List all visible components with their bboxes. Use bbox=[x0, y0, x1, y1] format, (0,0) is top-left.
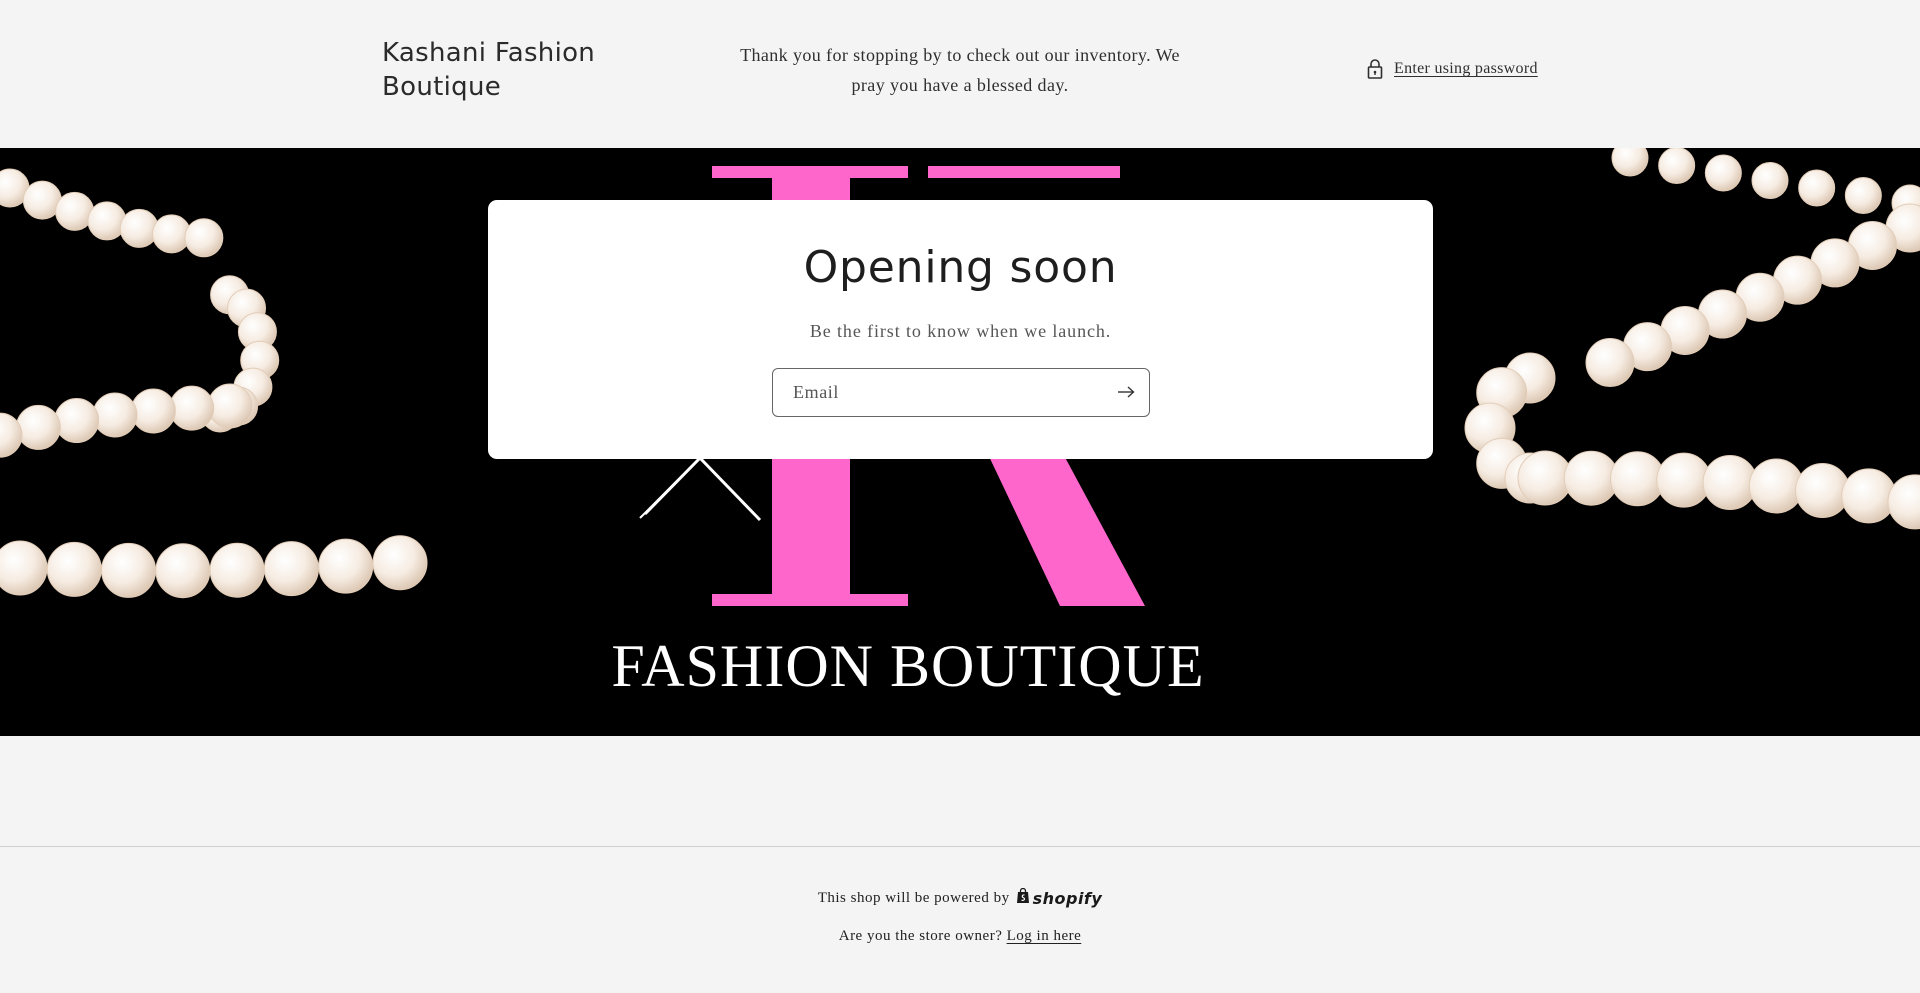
pearl bbox=[54, 398, 100, 444]
pearl bbox=[209, 542, 265, 598]
pearl bbox=[318, 538, 374, 594]
pearl bbox=[92, 392, 138, 438]
email-field[interactable] bbox=[793, 369, 1093, 416]
powered-by: This shop will be powered by shopify bbox=[0, 887, 1920, 908]
header: Kashani Fashion Boutique Thank you for s… bbox=[0, 0, 1920, 148]
pearl bbox=[1748, 458, 1804, 514]
pearl bbox=[1611, 148, 1649, 177]
pearl bbox=[169, 385, 215, 431]
pearl bbox=[263, 541, 319, 597]
pearl bbox=[130, 388, 176, 434]
pearl bbox=[1798, 169, 1836, 207]
pearl bbox=[0, 540, 48, 596]
pearl bbox=[1844, 177, 1882, 214]
pearl bbox=[1702, 455, 1758, 511]
card-subtitle: Be the first to know when we launch. bbox=[809, 321, 1112, 341]
login-link[interactable]: Log in here bbox=[1007, 928, 1082, 944]
pearl bbox=[372, 535, 428, 591]
password-link-label[interactable]: Enter using password bbox=[1394, 60, 1538, 78]
header-message: Thank you for stopping by to check out o… bbox=[740, 45, 1180, 95]
pearl bbox=[1658, 148, 1696, 184]
footer-divider bbox=[0, 846, 1920, 847]
page-title: Opening soon bbox=[803, 242, 1118, 293]
shopify-bag-icon bbox=[1016, 887, 1030, 908]
pearl bbox=[15, 404, 61, 450]
banner-logo-text: FASHION BOUTIQUE bbox=[611, 633, 1204, 699]
enter-password-link[interactable]: Enter using password bbox=[1366, 58, 1538, 80]
pearl bbox=[155, 543, 211, 599]
pearl bbox=[1795, 463, 1850, 519]
pearl bbox=[1841, 468, 1897, 524]
lock-icon bbox=[1366, 58, 1384, 80]
subscribe-button[interactable] bbox=[1111, 378, 1141, 408]
shopify-logo[interactable]: shopify bbox=[1016, 887, 1103, 908]
owner-text: Are you the store owner? bbox=[838, 928, 1003, 944]
pearl bbox=[184, 218, 224, 258]
powered-text: This shop will be powered by bbox=[817, 889, 1010, 906]
pearl bbox=[207, 383, 253, 429]
pearl bbox=[1751, 162, 1789, 199]
newsletter-card: Opening soon Be the first to know when w… bbox=[488, 200, 1433, 459]
pearl bbox=[46, 541, 102, 597]
email-field-wrapper bbox=[772, 368, 1150, 417]
pearl bbox=[87, 201, 127, 241]
pearl bbox=[1585, 338, 1635, 388]
store-name[interactable]: Kashani Fashion Boutique bbox=[382, 36, 642, 104]
store-owner-line: Are you the store owner? Log in here bbox=[0, 928, 1920, 945]
shopify-wordmark: shopify bbox=[1032, 888, 1103, 908]
arrow-right-icon bbox=[1117, 385, 1135, 401]
pearl bbox=[101, 542, 157, 598]
pearl bbox=[1704, 154, 1742, 192]
pearl bbox=[119, 208, 159, 248]
